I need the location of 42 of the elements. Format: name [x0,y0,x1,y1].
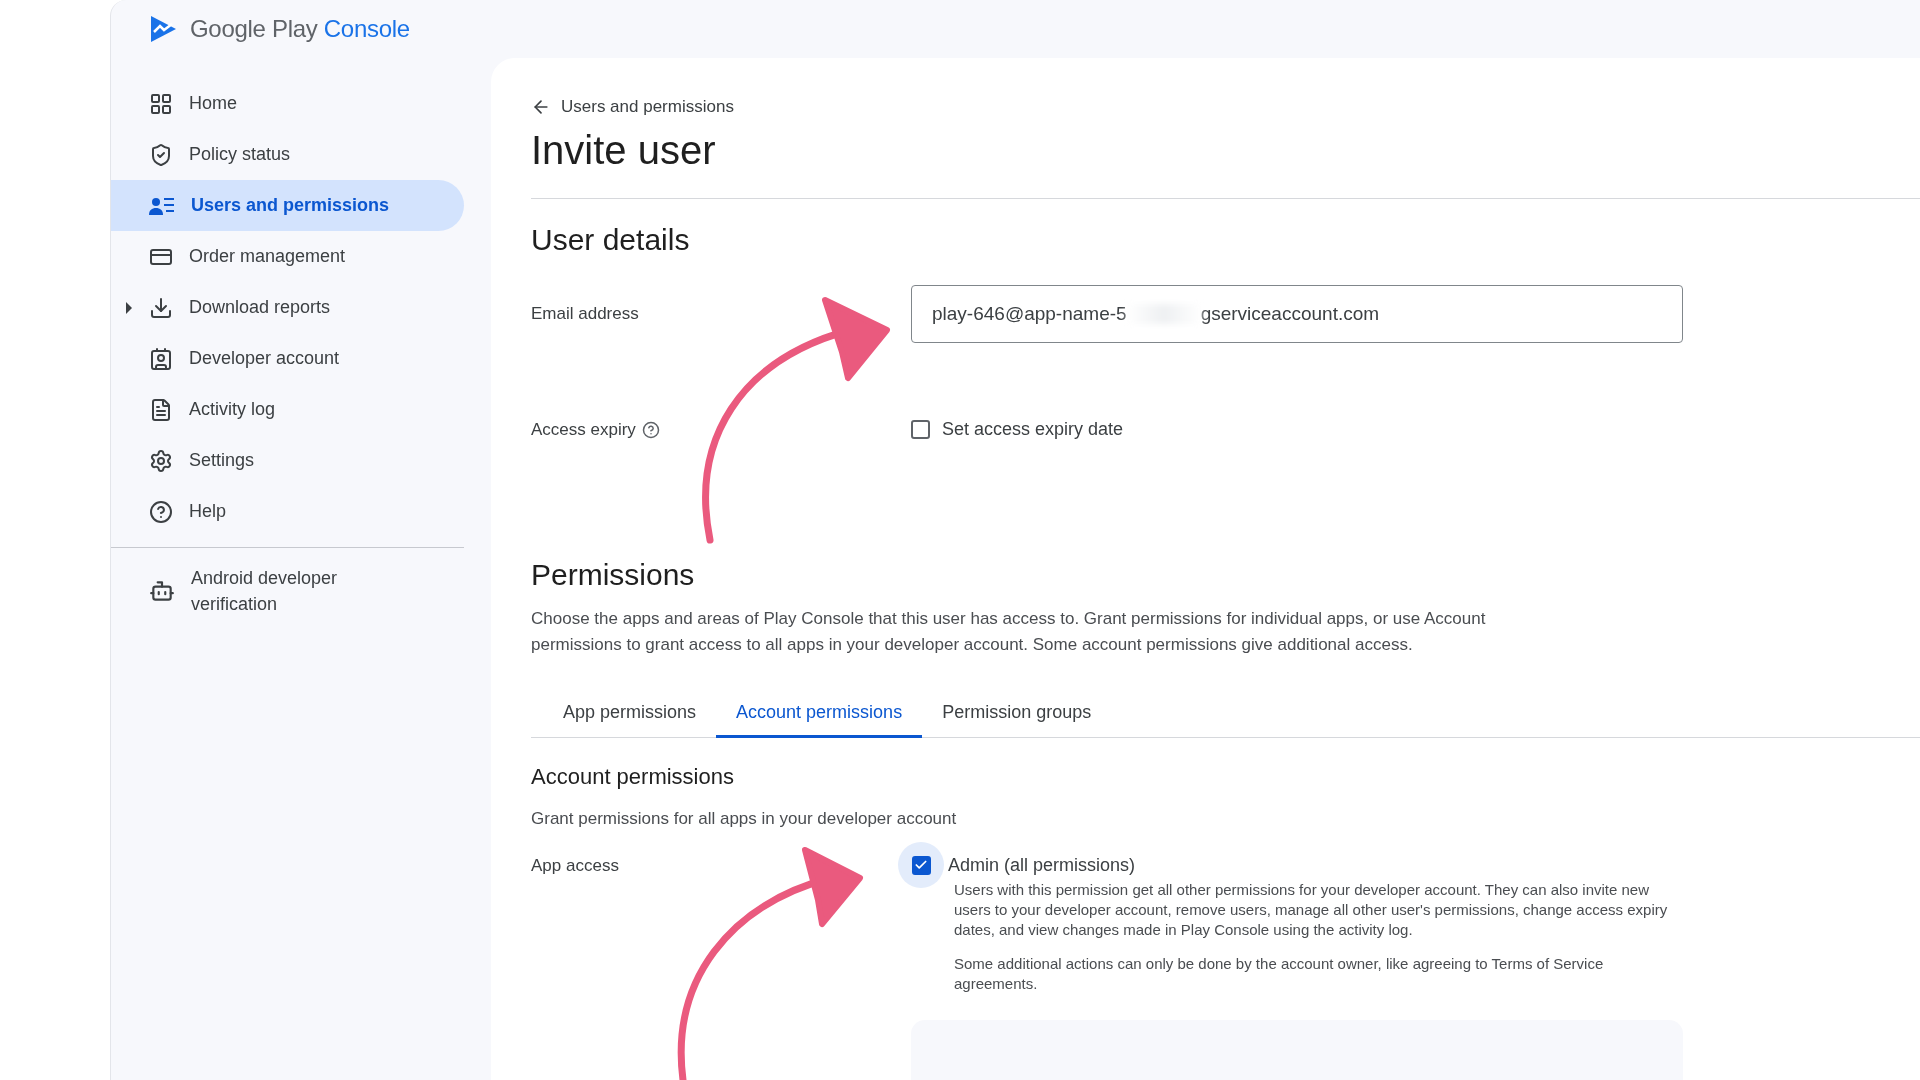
expiry-checkbox[interactable]: Set access expiry date [911,419,1683,440]
section-heading: User details [531,223,691,257]
sidebar-item[interactable]: Home [111,78,464,129]
sidebar-item[interactable]: Users and permissions [111,180,464,231]
sidebar-item[interactable]: Download reports [111,282,464,333]
help-icon[interactable] [641,420,660,439]
section-heading: Permissions [531,558,696,592]
email-field[interactable]: play-646@app-name-5 gserviceaccount.com [911,285,1683,343]
subsection-subtitle: Grant permissions for all apps in your developer account [531,808,958,830]
breadcrumb-link[interactable]: Users and permissions [531,94,1920,120]
permissions-description: Choose the apps and areas of Play Console that this user has access to. Grant permissions for individual apps, or use Account permissions to grant access to all apps in your developer account. Some account permissions give additional access. [531,608,1487,656]
sidebar-item[interactable]: Order management [111,231,464,282]
tab[interactable]: App permissions [543,688,717,738]
robot-icon [149,578,175,604]
sidebar-item[interactable]: Settings [111,435,464,486]
permission-description: Some additional actions can only be done by the account owner, like agreeing to Terms of Service agreements. [954,954,1605,994]
sidebar-icon [149,397,173,422]
tab[interactable]: Permission groups [922,688,1112,738]
permission-description: Users with this permission get all other permissions for your developer account. They can also invite new users to your developer account, remove users, manage all other user's permissions, change access expiry dates, and view changes made in Play Console using the activity log. [954,880,1669,940]
sidebar-icon [149,91,173,116]
tab[interactable]: Account permissions [716,688,923,738]
sidebar-icon [149,346,173,371]
caret-icon[interactable] [126,302,132,314]
sidebar-icon [149,448,173,473]
field-label: Email address [531,304,640,324]
sidebar-icon [149,499,173,524]
sidebar-item[interactable]: Android developer verification [111,556,491,626]
brand-name: Google Play Console [190,15,410,43]
sidebar-icon [149,295,173,320]
sidebar-icon [149,142,173,167]
sidebar-item[interactable]: Policy status [111,129,464,180]
page-title: Invite user [531,128,717,174]
sidebar-item[interactable]: Help [111,486,464,537]
checkbox[interactable] [911,420,930,439]
check-icon [914,858,928,872]
subsection-heading: Account permissions [531,764,735,790]
sidebar-item[interactable]: Activity log [111,384,464,435]
field-label: Access expiry [531,419,636,440]
sidebar-item[interactable]: Developer account [111,333,464,384]
field-label: App access [531,856,620,876]
play-console-logo-icon [148,14,178,44]
checkbox[interactable] [911,855,931,875]
